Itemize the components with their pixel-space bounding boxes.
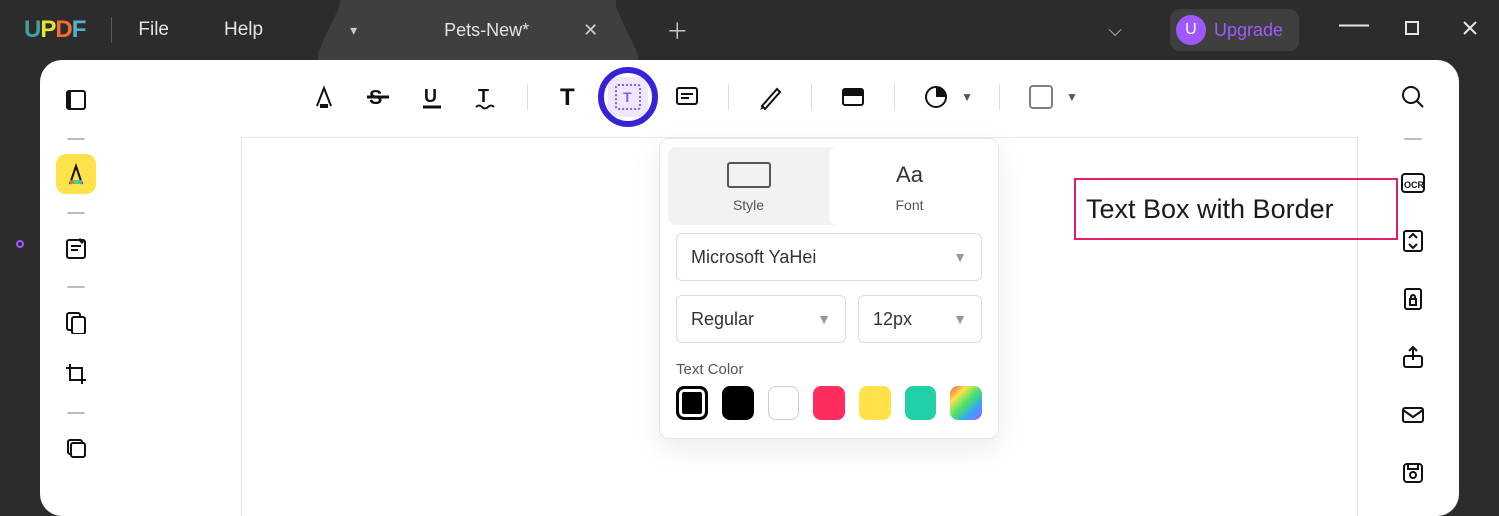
pages-tool[interactable] [56, 428, 96, 468]
panel-tabs: Style Aa Font [668, 147, 990, 225]
separator [811, 84, 812, 110]
svg-text:T: T [560, 84, 575, 110]
titlebar: UPDF File Help ▾ Pets-New* ✕ ＋ ⌵ U Upgra… [0, 0, 1499, 60]
separator [67, 138, 85, 140]
reader-tool[interactable] [56, 80, 96, 120]
edit-tool[interactable] [56, 228, 96, 268]
textbox-button[interactable]: T [608, 77, 648, 117]
app-logo: UPDF [24, 16, 85, 44]
right-tool-column: OCR [1367, 60, 1459, 516]
canvas-frame: S U T T T [40, 60, 1459, 516]
close-tab-icon[interactable]: ✕ [583, 20, 598, 41]
separator [728, 84, 729, 110]
svg-text:U: U [424, 86, 437, 106]
menu-file[interactable]: File [138, 19, 169, 41]
squiggly-button[interactable]: T [471, 82, 501, 112]
rect-annotation-button[interactable] [838, 82, 868, 112]
sticky-note-button[interactable] [672, 82, 702, 112]
font-size-value: 12px [873, 309, 912, 330]
new-tab-button[interactable]: ＋ [666, 14, 688, 46]
textbox-properties-panel: Style Aa Font Microsoft YaHei ▼ Regula [659, 138, 999, 439]
document-tab[interactable]: ▾ Pets-New* ✕ [340, 0, 616, 60]
save-button[interactable] [1396, 456, 1430, 490]
ocr-button[interactable]: OCR [1396, 166, 1430, 200]
tab-font[interactable]: Aa Font [829, 147, 990, 225]
color-swatches [676, 386, 982, 420]
swatch-teal[interactable] [905, 386, 937, 420]
upgrade-label: Upgrade [1214, 20, 1283, 41]
crop-tool[interactable] [56, 354, 96, 394]
tab-menu-icon[interactable]: ▾ [350, 22, 357, 39]
font-weight-select[interactable]: Regular ▼ [676, 295, 846, 343]
shape-dropdown-icon[interactable]: ▼ [1066, 90, 1078, 104]
chevron-down-icon: ▼ [953, 249, 967, 265]
svg-text:T: T [623, 89, 632, 105]
tabs-overflow-icon[interactable]: ⌵ [1108, 20, 1122, 41]
font-icon: Aa [829, 161, 990, 189]
main-area: S U T T T [112, 60, 1367, 516]
svg-text:OCR: OCR [1404, 180, 1425, 190]
separator [111, 17, 112, 43]
font-family-value: Microsoft YaHei [691, 247, 816, 268]
font-family-select[interactable]: Microsoft YaHei ▼ [676, 233, 982, 281]
left-tool-column [40, 60, 112, 516]
font-weight-value: Regular [691, 309, 754, 330]
swatch-black-selected[interactable] [676, 386, 708, 420]
style-icon [727, 162, 771, 188]
pencil-button[interactable] [755, 82, 785, 112]
window-maximize-button[interactable] [1393, 20, 1431, 41]
window-close-button[interactable] [1451, 20, 1489, 41]
tab-style[interactable]: Style [668, 147, 829, 225]
upgrade-button[interactable]: U Upgrade [1170, 9, 1299, 51]
right-rail [1459, 60, 1499, 516]
comment-tool[interactable] [56, 154, 96, 194]
shape-button[interactable] [1026, 82, 1056, 112]
tab-font-label: Font [829, 197, 990, 213]
sample-textbox[interactable]: Text Box with Border [1074, 178, 1398, 240]
tab-title: Pets-New* [444, 20, 529, 41]
avatar: U [1176, 15, 1206, 45]
separator [527, 84, 528, 110]
organize-tool[interactable] [56, 302, 96, 342]
font-size-select[interactable]: 12px ▼ [858, 295, 982, 343]
document-page[interactable]: Text Box with Border Style Aa Font [242, 138, 1357, 516]
strikethrough-button[interactable]: S [363, 82, 393, 112]
mail-button[interactable] [1396, 398, 1430, 432]
separator [1404, 138, 1422, 140]
chevron-down-icon: ▼ [953, 311, 967, 327]
share-button[interactable] [1396, 340, 1430, 374]
annotation-toolbar: S U T T T [112, 74, 1275, 120]
shape-icon [1029, 85, 1053, 109]
swatch-white[interactable] [768, 386, 800, 420]
menu-help[interactable]: Help [224, 19, 263, 41]
text-color-label: Text Color [676, 361, 982, 378]
text-button[interactable]: T [554, 82, 584, 112]
swatch-pink[interactable] [813, 386, 845, 420]
svg-text:T: T [478, 86, 489, 106]
swatch-custom-color[interactable] [950, 386, 982, 420]
swatch-yellow[interactable] [859, 386, 891, 420]
separator [67, 212, 85, 214]
left-rail [0, 60, 40, 516]
underline-button[interactable]: U [417, 82, 447, 112]
active-indicator-icon [16, 240, 24, 248]
search-button[interactable] [1396, 80, 1430, 114]
tab-edge [616, 0, 638, 60]
separator [999, 84, 1000, 110]
window-minimize-button[interactable]: — [1335, 18, 1373, 30]
separator [67, 412, 85, 414]
convert-button[interactable] [1396, 224, 1430, 258]
tab-style-label: Style [668, 197, 829, 213]
separator [67, 286, 85, 288]
separator [894, 84, 895, 110]
workspace: S U T T T [0, 60, 1499, 516]
tab-edge [318, 0, 340, 60]
chevron-down-icon: ▼ [817, 311, 831, 327]
stamp-button[interactable] [921, 82, 951, 112]
swatch-black[interactable] [722, 386, 754, 420]
highlight-button[interactable] [309, 82, 339, 112]
protect-button[interactable] [1396, 282, 1430, 316]
stamp-dropdown-icon[interactable]: ▼ [961, 90, 973, 104]
